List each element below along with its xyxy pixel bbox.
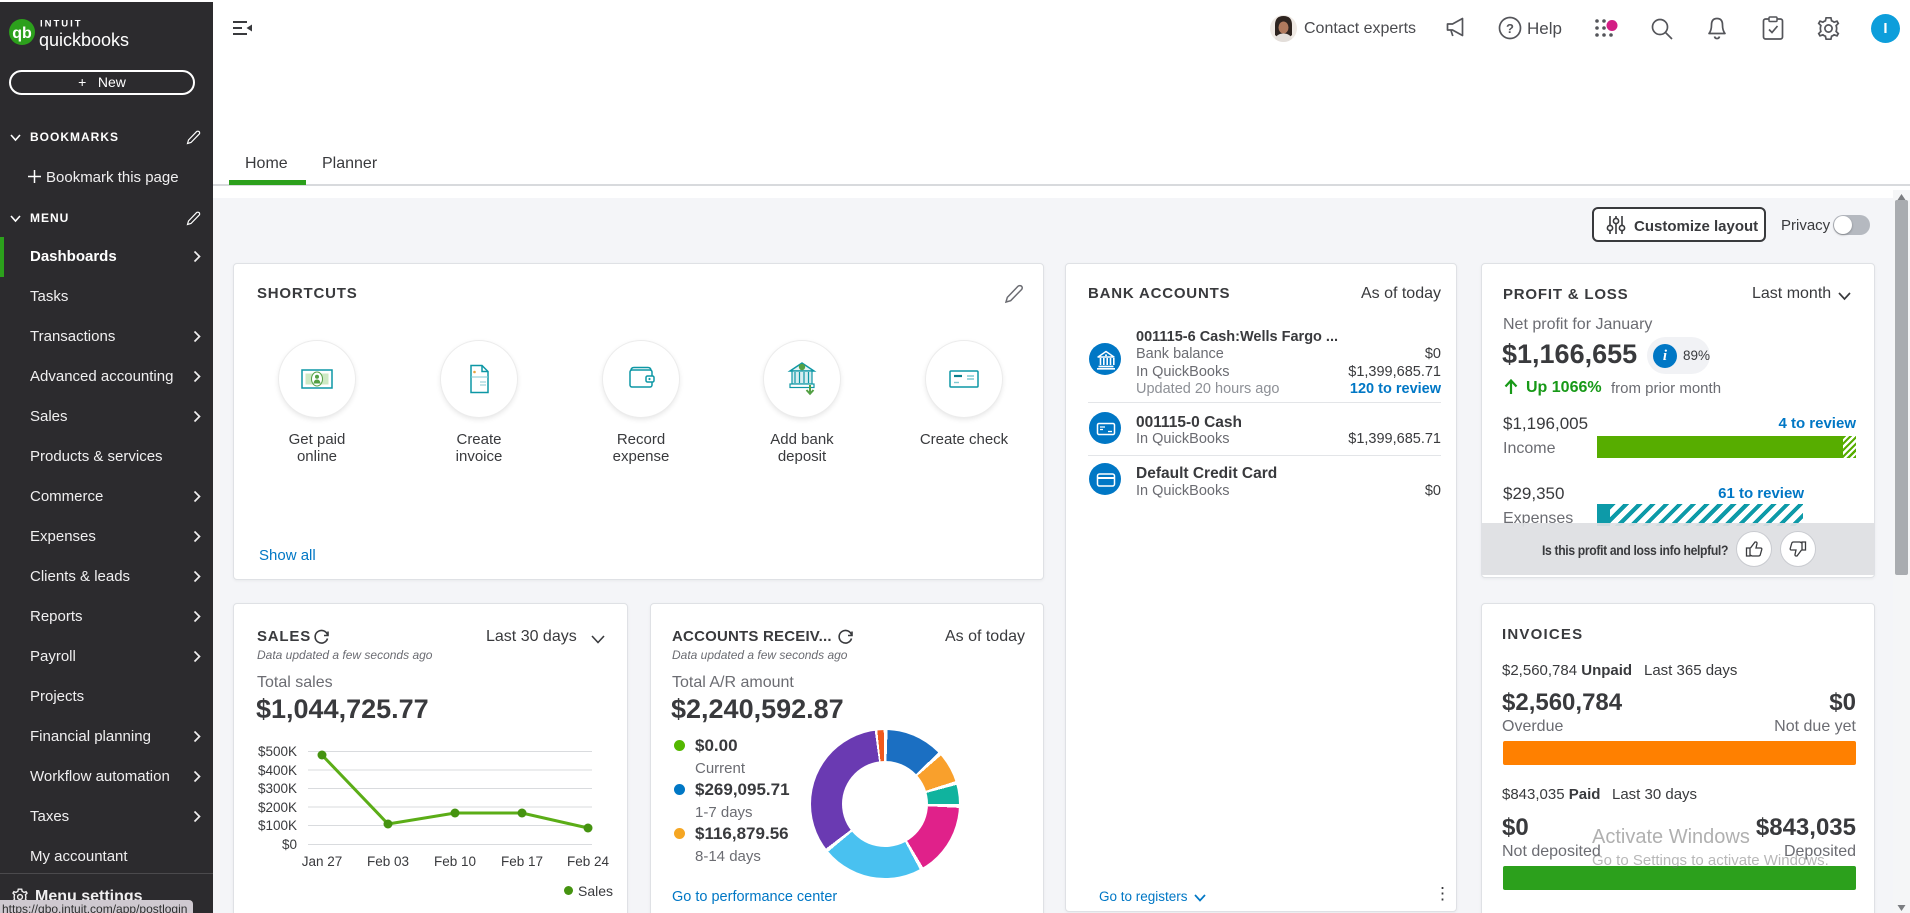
svg-text:qb: qb bbox=[12, 25, 32, 42]
svg-text:?: ? bbox=[1506, 21, 1514, 36]
svg-text:quickbooks: quickbooks bbox=[39, 30, 129, 50]
svg-text:INTUIT: INTUIT bbox=[40, 19, 83, 30]
